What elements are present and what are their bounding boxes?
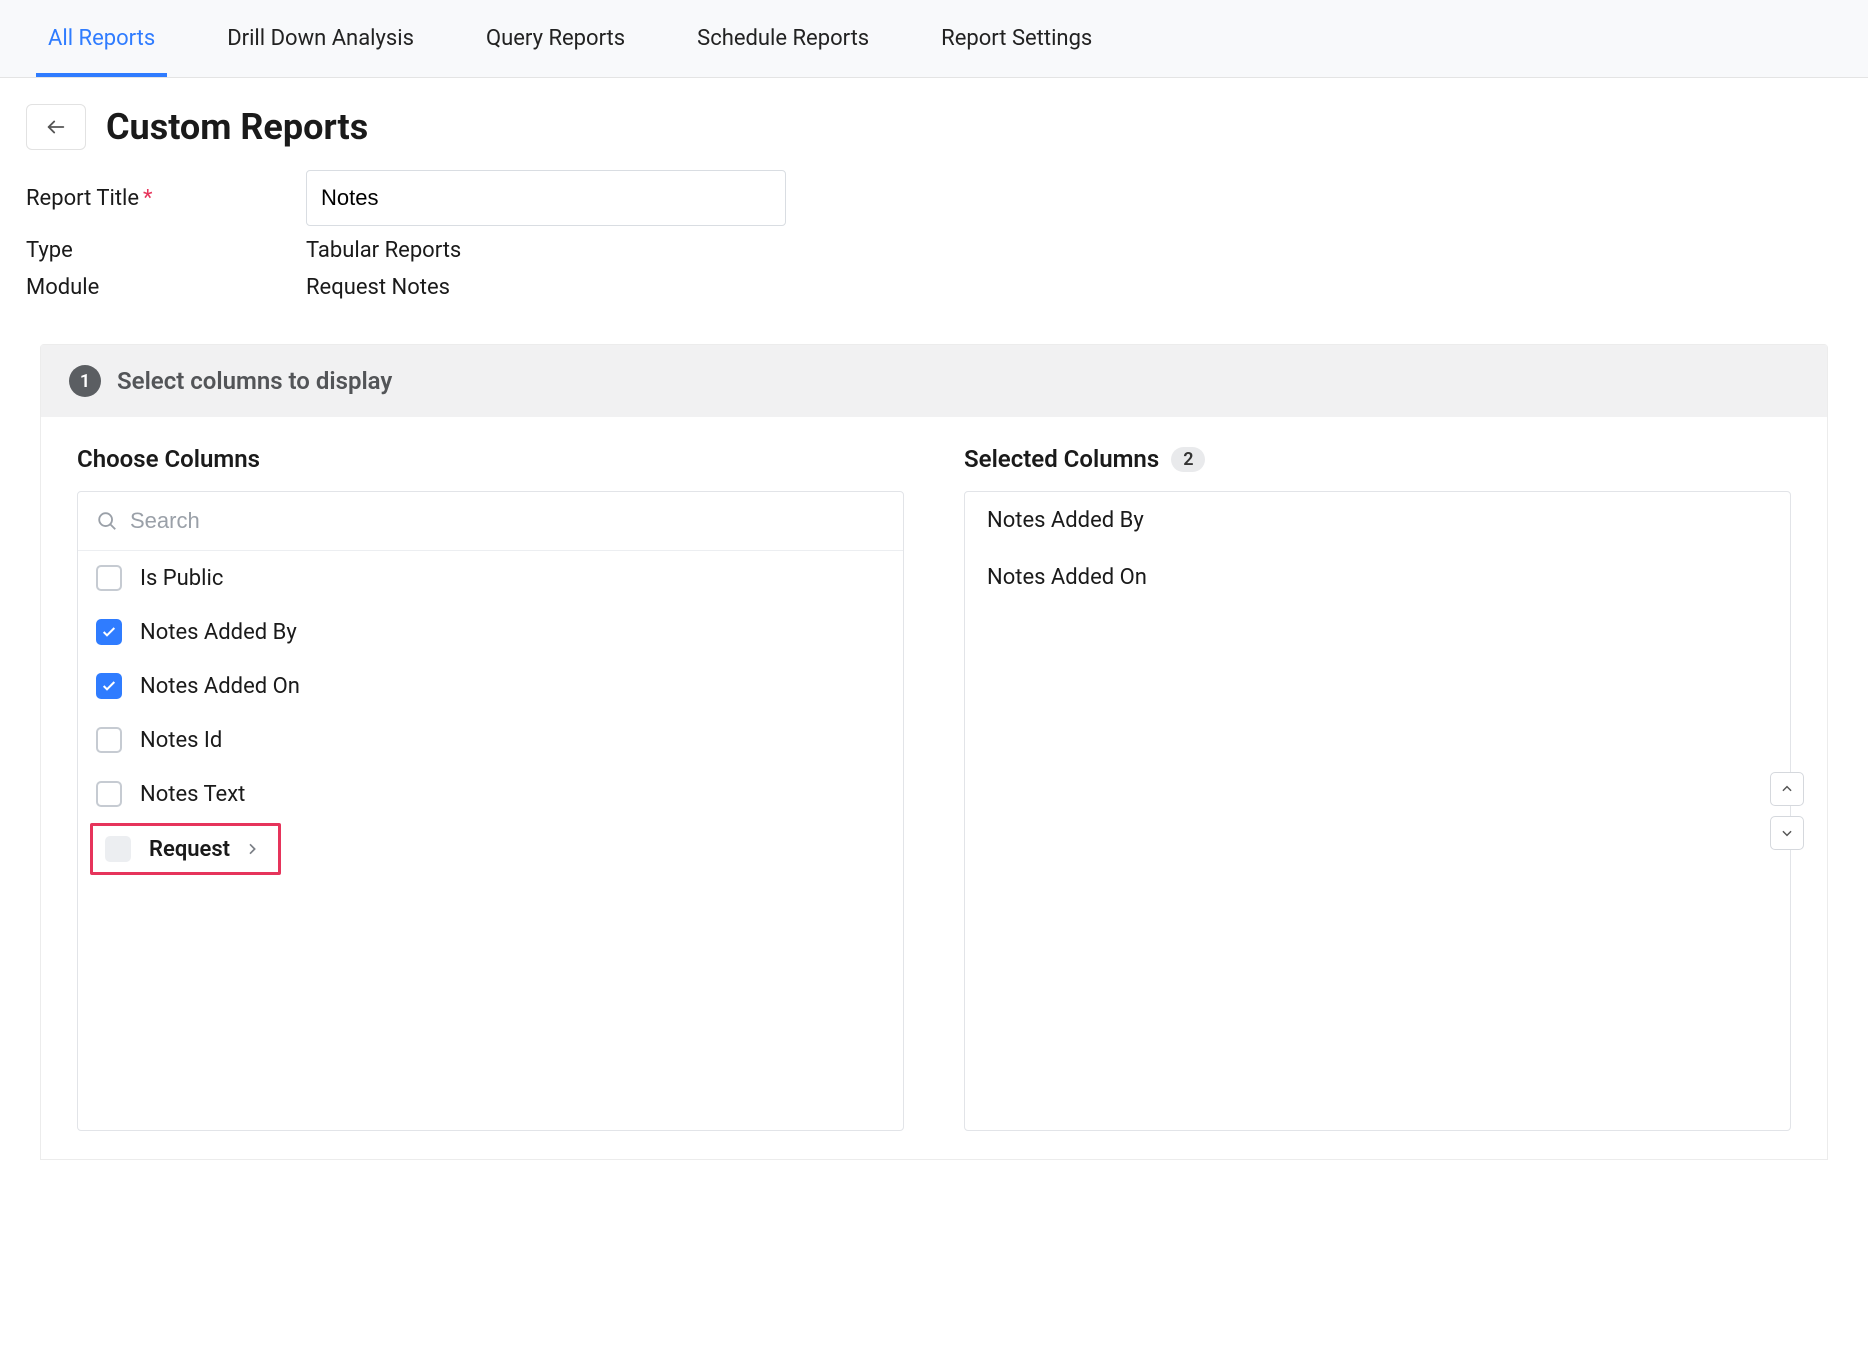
column-option-label: Notes Text [140, 782, 245, 807]
type-value: Tabular Reports [306, 238, 461, 263]
selected-columns-list: Notes Added By Notes Added On [964, 491, 1791, 1131]
column-option-label: Notes Added By [140, 620, 297, 645]
tab-query-reports[interactable]: Query Reports [474, 0, 637, 77]
chevron-up-icon [1780, 782, 1794, 796]
move-up-button[interactable] [1770, 772, 1804, 806]
tab-drill-down-analysis[interactable]: Drill Down Analysis [215, 0, 426, 77]
report-title-label: Report Title* [26, 186, 306, 211]
required-indicator: * [143, 186, 152, 211]
highlighted-request-item: Request [90, 823, 281, 875]
selected-column-item[interactable]: Notes Added On [965, 549, 1790, 606]
choose-columns-list: Is Public Notes Added By Notes Added On … [77, 491, 904, 1131]
column-option-notes-text[interactable]: Notes Text [78, 767, 903, 821]
select-columns-section: 1 Select columns to display Choose Colum… [40, 344, 1828, 1160]
type-label: Type [26, 238, 306, 263]
search-row [78, 492, 903, 551]
expand-request[interactable]: Request [149, 837, 260, 862]
chevron-down-icon [1780, 826, 1794, 840]
move-down-button[interactable] [1770, 816, 1804, 850]
arrow-left-icon [45, 116, 67, 138]
column-option-notes-added-on[interactable]: Notes Added On [78, 659, 903, 713]
checkbox-checked[interactable] [96, 673, 122, 699]
checkbox-checked[interactable] [96, 619, 122, 645]
column-option-notes-added-by[interactable]: Notes Added By [78, 605, 903, 659]
column-option-notes-id[interactable]: Notes Id [78, 713, 903, 767]
reorder-controls [1770, 772, 1804, 850]
page-header: Custom Reports [0, 78, 1868, 166]
report-title-input[interactable] [306, 170, 786, 226]
checkbox-unchecked[interactable] [96, 727, 122, 753]
tabs-bar: All Reports Drill Down Analysis Query Re… [0, 0, 1868, 78]
selected-column-item[interactable]: Notes Added By [965, 492, 1790, 549]
report-form: Report Title* Type Tabular Reports Modul… [0, 166, 1868, 336]
tab-all-reports[interactable]: All Reports [36, 0, 167, 77]
selected-columns-panel: Selected Columns 2 Notes Added By Notes … [964, 445, 1791, 1131]
column-option-label: Is Public [140, 566, 223, 591]
step-number-badge: 1 [69, 365, 101, 397]
search-input[interactable] [130, 508, 885, 534]
page-title: Custom Reports [106, 106, 368, 148]
choose-columns-panel: Choose Columns Is Public Notes Added By … [77, 445, 904, 1131]
back-button[interactable] [26, 104, 86, 150]
section-title: Select columns to display [117, 367, 392, 395]
column-option-label: Notes Added On [140, 674, 300, 699]
module-label: Module [26, 275, 306, 300]
checkbox-disabled [105, 836, 131, 862]
column-option-label: Notes Id [140, 728, 222, 753]
chevron-right-icon [244, 841, 260, 857]
column-option-request[interactable]: Request [99, 832, 266, 866]
selected-columns-title: Selected Columns 2 [964, 445, 1791, 473]
section-header: 1 Select columns to display [41, 345, 1827, 417]
tab-report-settings[interactable]: Report Settings [929, 0, 1104, 77]
selected-count-badge: 2 [1171, 447, 1205, 472]
column-option-label: Request [149, 837, 230, 862]
module-value: Request Notes [306, 275, 450, 300]
checkbox-unchecked[interactable] [96, 781, 122, 807]
tab-schedule-reports[interactable]: Schedule Reports [685, 0, 881, 77]
choose-columns-title: Choose Columns [77, 445, 904, 473]
checkbox-unchecked[interactable] [96, 565, 122, 591]
column-option-is-public[interactable]: Is Public [78, 551, 903, 605]
search-icon [96, 510, 118, 532]
